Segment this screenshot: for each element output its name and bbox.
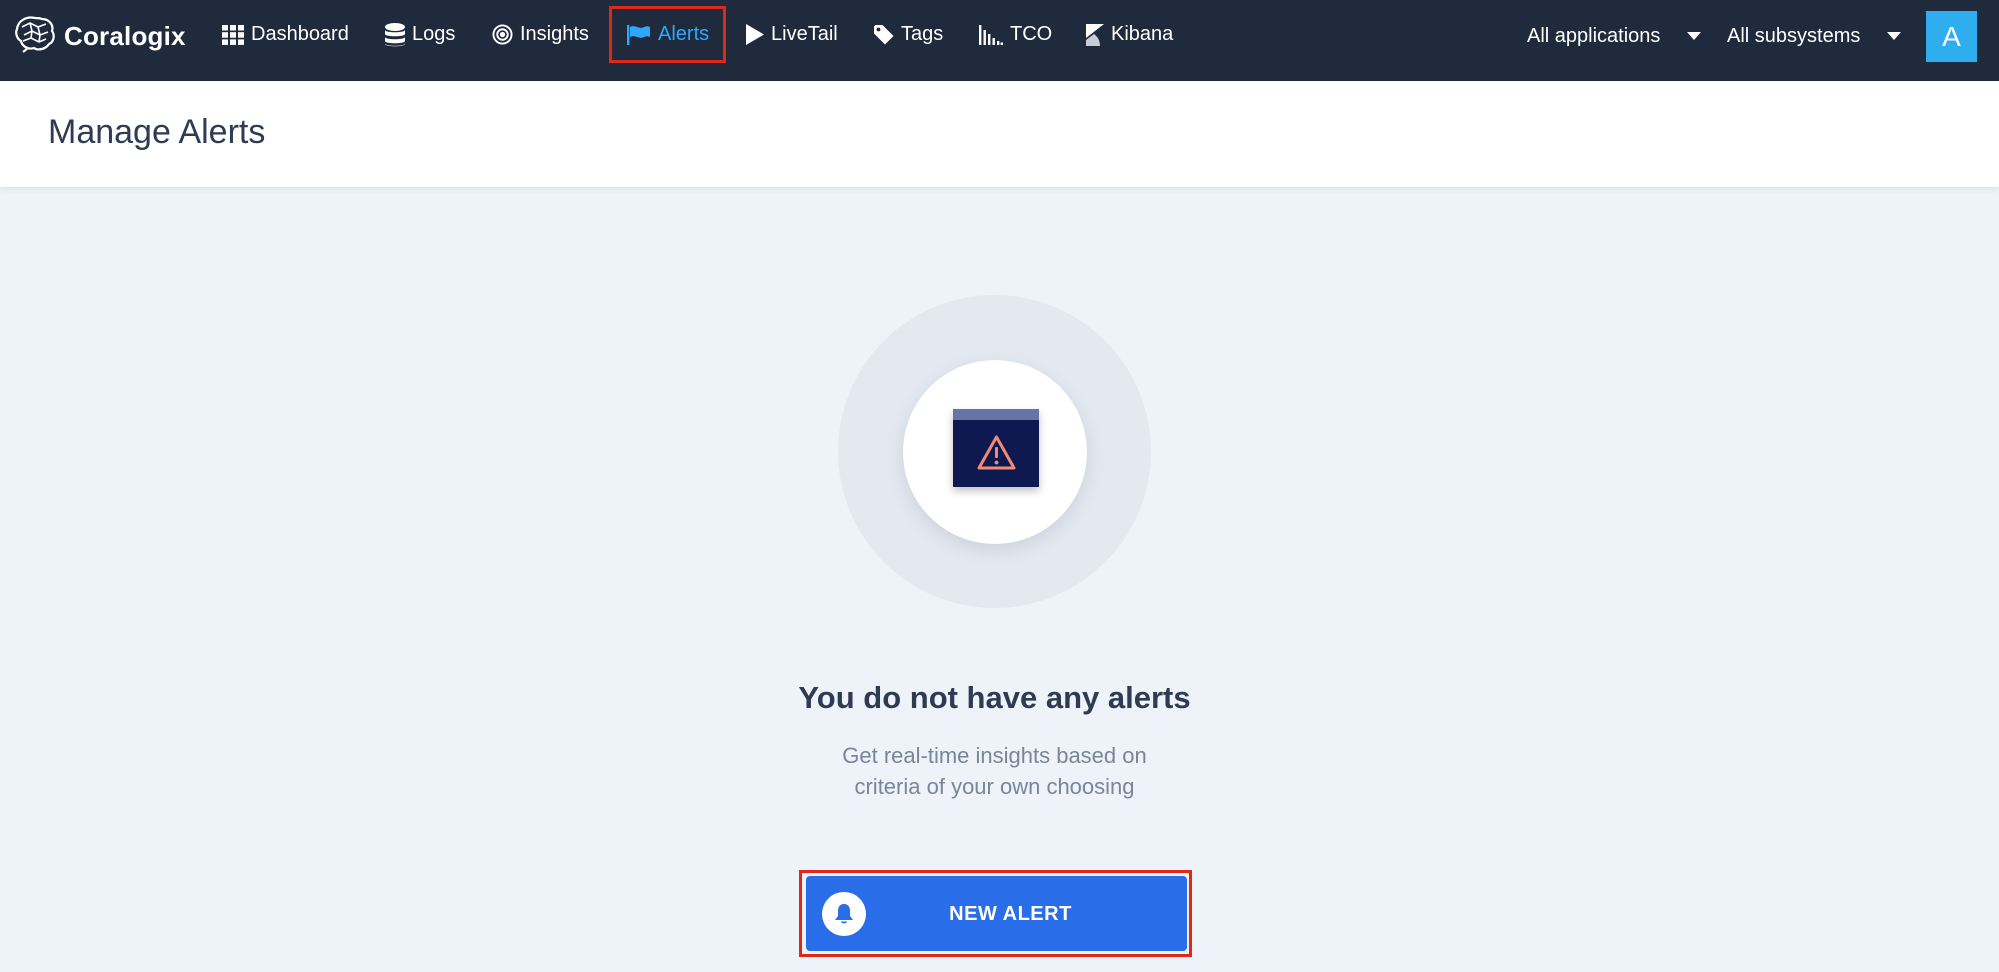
chevron-down-icon [1887, 32, 1901, 40]
empty-state-title: You do not have any alerts [798, 680, 1191, 715]
warning-window-icon [953, 409, 1039, 487]
database-icon [385, 22, 405, 47]
brain-logo-icon [14, 15, 56, 58]
nav-tags-label: Tags [901, 23, 944, 45]
nav-insights[interactable]: Insights [492, 6, 589, 63]
nav-livetail-label: LiveTail [771, 23, 838, 45]
nav-tco[interactable]: TCO [979, 6, 1052, 63]
nav-livetail[interactable]: LiveTail [746, 6, 838, 63]
chevron-down-icon [1687, 32, 1701, 40]
user-avatar[interactable]: A [1926, 11, 1977, 62]
window-title-bar [953, 409, 1039, 420]
subsystems-select[interactable]: All subsystems [1727, 20, 1905, 52]
nav-tags[interactable]: Tags [874, 6, 943, 63]
play-icon [746, 24, 764, 45]
empty-state-subtitle-line1: Get real-time insights based on [842, 743, 1147, 768]
nav-alerts-label: Alerts [658, 23, 710, 45]
app-logo[interactable]: Coralogix [14, 15, 186, 58]
target-icon [492, 24, 513, 45]
nav-dashboard-label: Dashboard [251, 23, 349, 45]
nav-kibana-label: Kibana [1111, 23, 1174, 45]
top-navigation-bar: Coralogix Dashboard Logs Insights Alerts… [0, 0, 1999, 81]
bar-chart-icon [979, 24, 1003, 45]
tag-icon [874, 24, 894, 45]
grid-icon [222, 24, 244, 45]
nav-alerts[interactable]: Alerts [627, 6, 709, 63]
page-header: Manage Alerts [0, 81, 1999, 187]
nav-insights-label: Insights [520, 23, 589, 45]
nav-logs-label: Logs [412, 23, 456, 45]
applications-select[interactable]: All applications [1527, 20, 1705, 52]
applications-select-value: All applications [1527, 24, 1661, 47]
kibana-icon [1086, 23, 1104, 46]
nav-kibana[interactable]: Kibana [1086, 6, 1173, 63]
nav-dashboard[interactable]: Dashboard [222, 6, 349, 63]
subsystems-select-value: All subsystems [1727, 24, 1861, 47]
page-title: Manage Alerts [48, 113, 266, 151]
empty-state-subtitle: Get real-time insights based on criteria… [0, 740, 1989, 802]
app-name: Coralogix [64, 20, 186, 51]
empty-state-subtitle-line2: criteria of your own choosing [854, 774, 1135, 799]
nav-tco-label: TCO [1010, 23, 1053, 45]
new-alert-button[interactable]: NEW ALERT [806, 876, 1187, 951]
nav-logs[interactable]: Logs [385, 6, 455, 63]
flag-icon [627, 24, 651, 45]
new-alert-button-label: NEW ALERT [949, 903, 1072, 925]
warning-triangle-icon [977, 435, 1016, 470]
